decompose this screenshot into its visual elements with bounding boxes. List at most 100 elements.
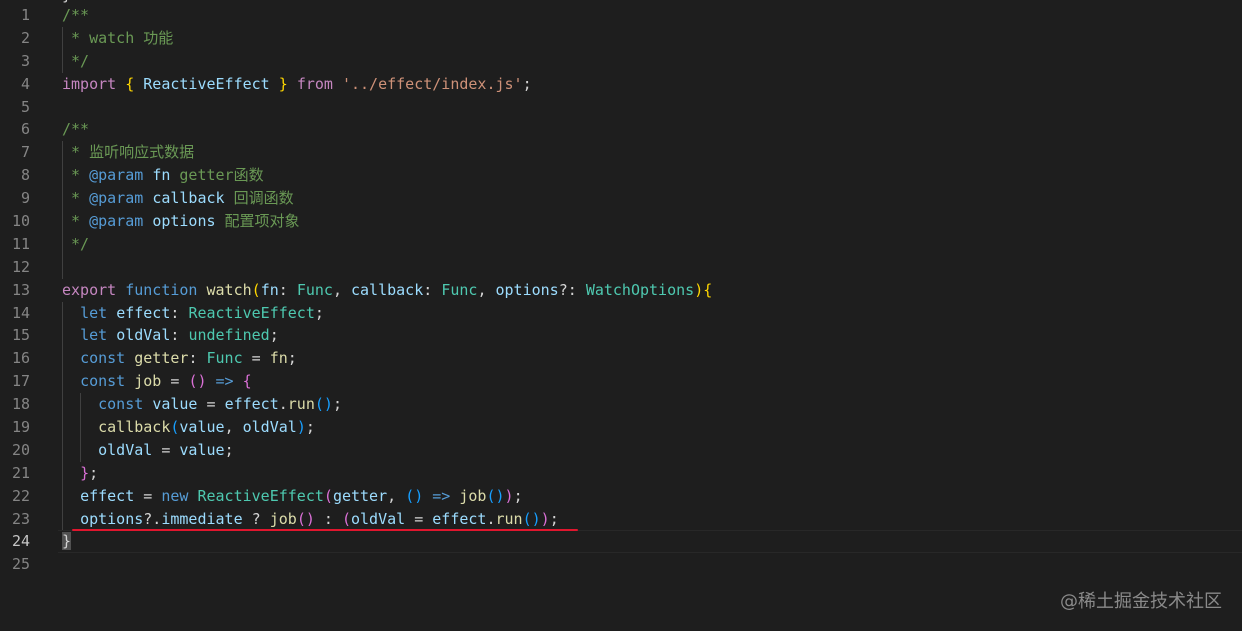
line-number: 17 <box>11 372 30 391</box>
code-line[interactable]: 18 const value = effect.run(); <box>0 393 1242 417</box>
code-token: Func <box>441 280 478 299</box>
code-token: job <box>134 372 162 391</box>
line-number: 3 <box>20 51 30 70</box>
line-code: * @param callback 回调函数 <box>62 187 294 210</box>
code-token: effect <box>224 395 279 414</box>
code-token: WatchOptions <box>585 280 695 299</box>
code-token: /** <box>62 120 90 139</box>
code-token: ReactiveEffect <box>197 486 324 505</box>
code-line[interactable]: 5 <box>0 96 1242 119</box>
code-token: ; <box>522 74 532 93</box>
line-number: 14 <box>11 303 30 322</box>
code-line[interactable]: 8 * @param fn getter函数 <box>0 164 1242 188</box>
line-code: * @param options 配置项对象 <box>62 210 300 233</box>
code-line[interactable]: 22 effect = new ReactiveEffect(getter, (… <box>0 484 1242 508</box>
code-line[interactable]: 23 options?.immediate ? job() : (oldVal … <box>0 507 1242 531</box>
code-token: ( <box>341 509 351 528</box>
code-line[interactable]: 7 * 监听响应式数据 <box>0 141 1242 165</box>
code-line[interactable]: 12 <box>0 255 1242 279</box>
line-number: 10 <box>11 212 30 231</box>
code-token: ; <box>89 463 99 482</box>
line-number: 7 <box>20 143 30 162</box>
code-token: ; <box>269 326 279 345</box>
code-token: , <box>477 280 496 299</box>
code-token: @param <box>89 166 144 185</box>
code-token: ( <box>323 486 333 505</box>
code-editor[interactable]: 1/** 2 * watch 功能 3 */4 import { ReactiveEf… <box>0 4 1242 576</box>
line-code: options?.immediate ? job() : (oldVal = e… <box>62 508 559 531</box>
code-token: options <box>152 212 216 231</box>
code-line[interactable]: 14 let effect: ReactiveEffect; <box>0 301 1242 325</box>
line-number: 11 <box>11 234 30 253</box>
code-token: => <box>432 486 451 505</box>
code-line[interactable]: 9 * @param callback 回调函数 <box>0 187 1242 211</box>
code-line[interactable]: 17 const job = () => { <box>0 370 1242 394</box>
code-line[interactable]: 25 <box>0 553 1242 576</box>
code-token: oldVal <box>98 440 153 459</box>
code-token: import <box>62 74 117 93</box>
line-code: const getter: Func = fn; <box>62 347 297 370</box>
code-token: options <box>495 280 559 299</box>
code-line[interactable]: 13 export function watch(fn: Func, callba… <box>0 279 1242 302</box>
code-token: ) <box>694 280 704 299</box>
code-token: ; <box>332 395 342 414</box>
code-line[interactable]: 19 callback(value, oldVal); <box>0 416 1242 439</box>
line-code: /** <box>62 4 89 27</box>
code-token: undefined <box>188 326 270 345</box>
line-code: let effect: ReactiveEffect; <box>62 302 324 325</box>
line-number: 15 <box>11 326 30 345</box>
code-line[interactable]: 3 */ <box>0 49 1242 73</box>
line-code: }; <box>62 462 98 485</box>
code-line[interactable]: 20 oldVal = value; <box>0 438 1242 462</box>
code-token: ( <box>251 280 261 299</box>
line-code: let oldVal: undefined; <box>62 324 279 347</box>
line-number: 23 <box>11 509 30 528</box>
code-token: ; <box>287 349 297 368</box>
code-token: ) <box>504 486 514 505</box>
code-token: job <box>459 486 487 505</box>
line-code: * @param fn getter函数 <box>62 164 264 187</box>
code-line[interactable]: 2 * watch 功能 <box>0 26 1242 50</box>
code-line[interactable]: 6 /** <box>0 118 1242 141</box>
code-token: run <box>287 395 315 414</box>
code-token: fn <box>152 166 171 185</box>
code-token: const <box>98 395 144 414</box>
code-token: ?: <box>558 280 586 299</box>
code-token: Func <box>206 349 243 368</box>
code-token: } <box>80 463 90 482</box>
line-code: oldVal = value; <box>62 439 233 462</box>
code-line[interactable]: 11 */ <box>0 232 1242 256</box>
code-token: ? <box>242 509 270 528</box>
code-line[interactable]: 16 const getter: Func = fn; <box>0 347 1242 371</box>
line-code: } <box>62 530 72 553</box>
line-number: 21 <box>11 463 30 482</box>
code-token: const <box>80 349 126 368</box>
code-token: * <box>62 212 90 231</box>
code-token: getter <box>134 349 189 368</box>
code-token: oldVal <box>351 509 406 528</box>
code-token: value <box>152 395 198 414</box>
code-token: getter函数 <box>170 166 264 185</box>
code-token: let <box>80 326 108 345</box>
code-line[interactable]: 24} <box>0 530 1242 554</box>
code-line[interactable]: 15 let oldVal: undefined; <box>0 324 1242 348</box>
code-token: @param <box>89 212 144 231</box>
code-line[interactable]: 1 /** <box>0 4 1242 27</box>
line-code: */ <box>62 50 89 73</box>
code-token: : <box>170 326 189 345</box>
code-token: immediate <box>161 509 243 528</box>
code-line[interactable]: 21 }; <box>0 461 1242 485</box>
line-number: 2 <box>20 28 30 47</box>
code-line[interactable]: 10 * @param options 配置项对象 <box>0 210 1242 233</box>
code-token: value <box>179 440 225 459</box>
code-line[interactable]: 4 import { ReactiveEffect } from '../effe… <box>0 73 1242 96</box>
